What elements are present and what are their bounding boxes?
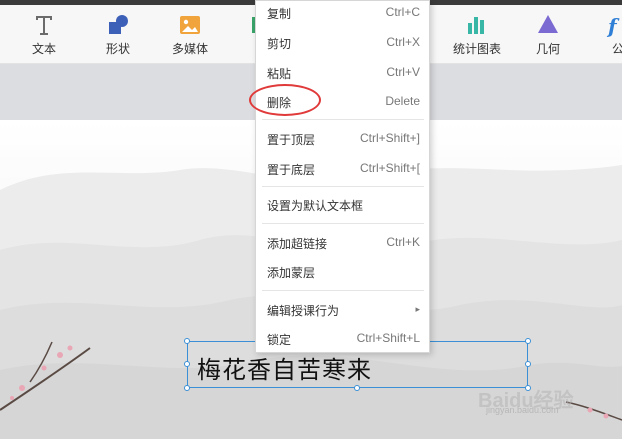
menu-item-lock[interactable]: 锁定 Ctrl+Shift+L: [256, 327, 429, 351]
menu-separator: [262, 119, 424, 120]
menu-item-label: 设置为默认文本框: [267, 199, 364, 213]
geometry-icon: [538, 15, 558, 33]
svg-text:f: f: [606, 14, 620, 37]
menu-item-add-hyperlink[interactable]: 添加超链接 Ctrl+K: [256, 231, 429, 255]
resize-handle-bottom[interactable]: [354, 385, 360, 391]
toolbar-item-geometry[interactable]: 几何: [536, 13, 560, 57]
textbox-text[interactable]: 梅花香自苦寒来: [197, 350, 372, 385]
menu-item-edit-teaching-behavior[interactable]: 编辑授课行为 ▸: [256, 298, 429, 322]
menu-item-add-mask[interactable]: 添加蒙层: [256, 260, 429, 284]
toolbar-item-shape[interactable]: 形状: [106, 13, 130, 57]
menu-item-label: 添加超链接: [267, 237, 328, 251]
menu-item-label: 剪切: [267, 37, 292, 51]
toolbar-item-label: 文本: [32, 42, 57, 56]
resize-handle-bottom-left[interactable]: [184, 385, 190, 391]
formula-icon: f: [606, 14, 620, 37]
media-icon: [180, 16, 200, 34]
resize-handle-right[interactable]: [525, 361, 531, 367]
toolbar-item-media[interactable]: 多媒体: [172, 13, 208, 57]
annotation-circle: [249, 84, 321, 116]
toolbar-item-text[interactable]: 文本: [32, 13, 56, 57]
menu-item-bring-to-front[interactable]: 置于顶层 Ctrl+Shift+]: [256, 127, 429, 151]
menu-item-label: 锁定: [267, 333, 292, 347]
baidu-watermark-url: jingyan.baidu.com: [486, 405, 559, 415]
submenu-arrow-icon: ▸: [415, 304, 420, 314]
menu-item-shortcut: Delete: [385, 94, 420, 108]
menu-item-label: 置于顶层: [267, 133, 316, 147]
resize-handle-left[interactable]: [184, 361, 190, 367]
toolbar-item-label: 形状: [106, 42, 131, 56]
context-menu: 复制 Ctrl+C 剪切 Ctrl+X 粘贴 Ctrl+V 删除 Delete …: [255, 0, 430, 353]
toolbar-item-formula[interactable]: f 公: [606, 13, 622, 57]
menu-item-send-to-back[interactable]: 置于底层 Ctrl+Shift+[: [256, 157, 429, 181]
menu-item-cut[interactable]: 剪切 Ctrl+X: [256, 31, 429, 55]
menu-item-shortcut: Ctrl+X: [386, 35, 420, 49]
toolbar-item-label: 统计图表: [453, 42, 502, 56]
menu-item-label: 粘贴: [267, 67, 292, 81]
toolbar-item-chart[interactable]: 统计图表: [453, 13, 501, 57]
menu-item-shortcut: Ctrl+Shift+[: [359, 161, 420, 175]
menu-item-shortcut: Ctrl+Shift+L: [356, 331, 420, 345]
menu-item-copy[interactable]: 复制 Ctrl+C: [256, 1, 429, 25]
resize-handle-top-left[interactable]: [184, 338, 190, 344]
menu-item-label: 复制: [267, 7, 292, 21]
menu-item-shortcut: Ctrl+C: [385, 5, 420, 19]
resize-handle-top-right[interactable]: [525, 338, 531, 344]
menu-item-shortcut: Ctrl+Shift+]: [359, 131, 420, 145]
shape-icon: [109, 15, 128, 34]
menu-separator: [262, 223, 424, 224]
menu-item-paste[interactable]: 粘贴 Ctrl+V: [256, 61, 429, 85]
menu-separator: [262, 290, 424, 291]
menu-separator: [262, 186, 424, 187]
menu-item-label: 置于底层: [267, 163, 316, 177]
toolbar-item-label: 多媒体: [172, 42, 209, 56]
menu-item-label: 编辑授课行为: [267, 304, 340, 318]
menu-item-set-default-textbox[interactable]: 设置为默认文本框: [256, 193, 429, 217]
menu-item-shortcut: Ctrl+V: [386, 65, 420, 79]
chart-icon: [468, 17, 484, 34]
toolbar-item-label: 公: [611, 42, 622, 56]
text-icon: [36, 16, 52, 35]
menu-item-label: 添加蒙层: [267, 266, 316, 280]
menu-item-shortcut: Ctrl+K: [386, 235, 420, 249]
toolbar-item-label: 几何: [536, 42, 561, 56]
